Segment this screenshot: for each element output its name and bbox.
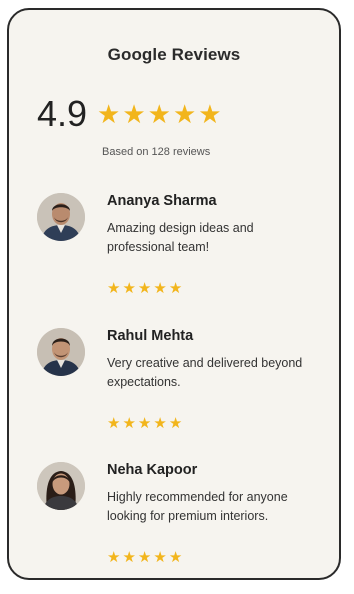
reviewer-name: Ananya Sharma (107, 193, 217, 209)
star-icon: ★ (122, 415, 136, 432)
star-icon: ★ (122, 280, 136, 297)
star-icon: ★ (168, 280, 183, 297)
star-icon: ★ (147, 99, 171, 129)
avatar (37, 193, 85, 241)
star-icon: ★ (107, 549, 121, 566)
star-icon: ★ (153, 415, 167, 432)
star-icon: ★ (168, 415, 183, 432)
star-icon: ★ (168, 549, 183, 566)
avatar (37, 462, 85, 510)
review-star-rating: ★ ★ ★ ★ ★ (107, 550, 182, 566)
reviewer-name: Rahul Mehta (107, 328, 194, 344)
star-icon: ★ (107, 280, 121, 297)
star-icon: ★ (137, 549, 152, 566)
star-icon: ★ (153, 549, 167, 566)
avatar (37, 328, 85, 376)
overall-rating: 4.9 ★ ★ ★ ★ ★ (37, 94, 222, 134)
review-text: Very creative and delivered beyond expec… (107, 356, 303, 389)
overall-star-rating: ★ ★ ★ ★ ★ (97, 100, 222, 128)
review-text: Highly recommended for anyone looking fo… (107, 490, 288, 523)
star-icon: ★ (137, 415, 152, 432)
review-text: Amazing design ideas and professional te… (107, 221, 254, 254)
star-icon: ★ (122, 99, 146, 129)
star-icon: ★ (122, 549, 136, 566)
star-icon: ★ (172, 99, 197, 129)
reviewer-name: Neha Kapoor (107, 462, 198, 478)
review-star-rating: ★ ★ ★ ★ ★ (107, 416, 182, 432)
review-star-rating: ★ ★ ★ ★ ★ (107, 281, 182, 297)
star-icon: ★ (153, 280, 167, 297)
rating-value: 4.9 (37, 93, 88, 134)
star-icon: ★ (107, 415, 121, 432)
star-icon: ★ (137, 280, 152, 297)
google-reviews-card: Google Reviews 4.9 ★ ★ ★ ★ ★ Based on 12… (7, 8, 341, 580)
star-icon: ★ (198, 99, 222, 129)
review-count: Based on 128 reviews (102, 146, 211, 158)
widget-title: Google Reviews (107, 45, 241, 64)
star-icon: ★ (97, 99, 121, 129)
